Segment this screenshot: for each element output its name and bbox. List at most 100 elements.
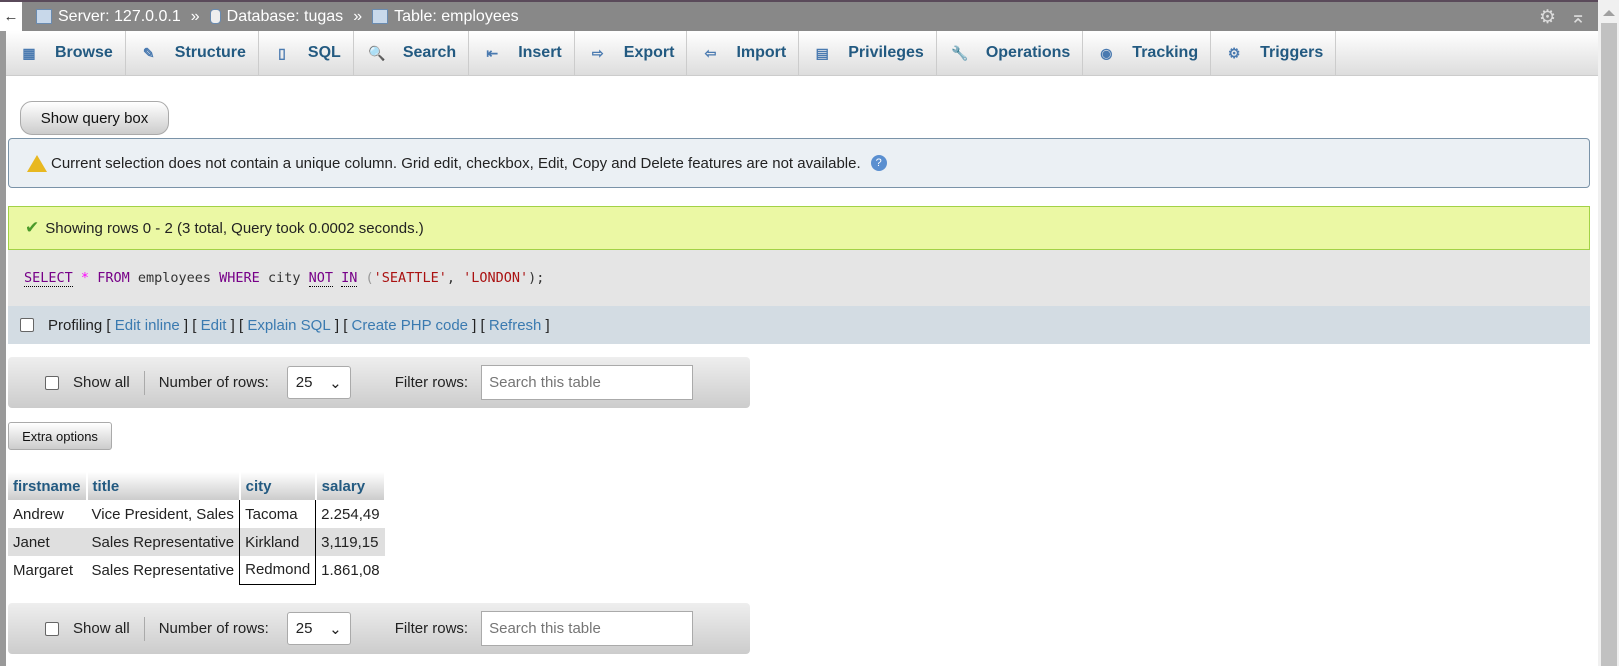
privileges-icon: ▤ (815, 44, 829, 61)
sql-query-display: SELECT * FROM employees WHERE city NOT I… (8, 250, 1590, 306)
server-icon (36, 9, 52, 24)
notice-message: Current selection does not contain a uni… (8, 138, 1590, 188)
search-icon: 🔍 (368, 44, 386, 61)
breadcrumb-table[interactable]: Table: employees (394, 8, 519, 26)
rows-label: Number of rows: (158, 620, 269, 637)
create-php-code-link[interactable]: Create PHP code (352, 317, 468, 334)
sql-paren: ); (528, 270, 545, 286)
column-header-firstname[interactable]: firstname (8, 472, 88, 500)
filter-rows-input[interactable]: Search this table (481, 365, 694, 400)
tab-import[interactable]: ⇦ Import (687, 31, 800, 75)
refresh-link[interactable]: Refresh (489, 317, 542, 334)
cell-city[interactable]: Kirkland (239, 528, 317, 556)
column-header-salary[interactable]: salary (315, 472, 386, 500)
sql-string: 'SEATTLE' (373, 270, 447, 286)
rows-label: Number of rows: (158, 374, 269, 391)
cell-firstname[interactable]: Janet (8, 528, 87, 556)
tab-triggers[interactable]: ⚙ Triggers (1211, 31, 1337, 75)
explain-sql-link[interactable]: Explain SQL (247, 317, 330, 334)
tab-label: Triggers (1260, 44, 1324, 61)
tab-export[interactable]: ⇨ Export (575, 31, 688, 75)
cell-title[interactable]: Sales Representative (86, 528, 240, 556)
insert-icon: ⇤ (486, 44, 499, 61)
eye-icon: ◉ (1100, 44, 1113, 61)
browse-icon: ▦ (22, 44, 36, 61)
filter-rows-input[interactable]: Search this table (481, 611, 694, 646)
cell-firstname[interactable]: Margaret (8, 556, 87, 584)
tab-insert[interactable]: ⇤ Insert (469, 31, 575, 75)
import-icon: ⇦ (704, 44, 717, 61)
tab-structure[interactable]: ✎ Structure (126, 31, 259, 75)
filter-label: Filter rows: (394, 374, 469, 391)
tab-label: SQL (307, 44, 341, 61)
profiling-checkbox[interactable] (20, 318, 34, 332)
tab-search[interactable]: 🔍 Search (354, 31, 470, 75)
tab-bar: ▦ Browse ✎ Structure ▯ SQL 🔍 Search ⇤ Insert ⇨ Expo… (6, 31, 1598, 76)
sql-keyword[interactable]: NOT (308, 270, 333, 287)
tab-sql[interactable]: ▯ SQL (259, 31, 354, 75)
filter-placeholder: Search this table (489, 374, 601, 391)
extra-options-button[interactable]: Extra options (8, 422, 112, 450)
collapse-nav-button[interactable]: ← (0, 2, 22, 31)
sql-string: 'LONDON' (463, 270, 529, 286)
table-row: Janet Sales Representative Kirkland 3,119,1… (8, 528, 385, 556)
table-row: Andrew Vice President, Sales Tacoma 2.254,4… (8, 500, 385, 528)
filter-placeholder: Search this table (489, 620, 601, 637)
cell-city[interactable]: Redmond (239, 556, 317, 585)
cell-city[interactable]: Tacoma (239, 500, 317, 528)
wrench-icon: 🔧 (951, 44, 969, 61)
cell-title[interactable]: Vice President, Sales (87, 500, 240, 528)
sql-keyword: WHERE (219, 270, 260, 286)
tab-browse[interactable]: ▦ Browse (6, 31, 126, 75)
chevron-down-icon: ⌄ (329, 620, 342, 638)
rows-value: 25 (295, 620, 313, 637)
rows-select[interactable]: 25 ⌄ (286, 612, 351, 645)
help-icon[interactable]: ? (870, 155, 887, 171)
sql-table: employees (137, 270, 212, 286)
tab-label: Tracking (1132, 44, 1199, 61)
breadcrumb-database[interactable]: Database: tugas (227, 8, 344, 26)
scrollbar[interactable] (1598, 0, 1619, 666)
show-query-box-button[interactable]: Show query box (20, 101, 169, 135)
show-all-label: Show all (73, 374, 130, 391)
triggers-icon: ⚙ (1227, 44, 1241, 61)
notice-text: Current selection does not contain a uni… (51, 154, 861, 172)
sql-operator: * (80, 270, 90, 286)
sql-comma: , (446, 270, 455, 286)
cell-salary[interactable]: 2.254,49 (316, 500, 385, 528)
sql-paren: ( (365, 270, 374, 286)
column-header-title[interactable]: title (86, 472, 241, 500)
tab-label: Insert (518, 44, 562, 61)
show-all-checkbox[interactable] (45, 621, 59, 636)
breadcrumb-server[interactable]: Server: 127.0.0.1 (58, 8, 181, 26)
rows-select[interactable]: 25 ⌄ (286, 366, 351, 399)
tab-label: Import (736, 44, 787, 61)
cell-salary[interactable]: 1.861,08 (316, 556, 385, 584)
scrollbar-thumb[interactable] (1601, 23, 1617, 666)
gear-icon[interactable]: ⚙ (1539, 6, 1556, 29)
edit-inline-link[interactable]: Edit inline (115, 317, 180, 334)
edit-link[interactable]: Edit (201, 317, 227, 334)
filter-label: Filter rows: (394, 620, 469, 637)
tab-label: Privileges (848, 44, 924, 61)
table-navigation-top: Show all Number of rows: 25 ⌄ Filter rows… (8, 357, 750, 408)
cell-title[interactable]: Sales Representative (87, 556, 240, 584)
tab-privileges[interactable]: ▤ Privileges (799, 31, 937, 75)
tab-operations[interactable]: 🔧 Operations (937, 31, 1084, 75)
table-row: Margaret Sales Representative Redmond 1.861… (8, 556, 385, 585)
success-message: ✔ Showing rows 0 - 2 (3 total, Query too… (8, 206, 1590, 250)
cell-salary[interactable]: 3,119,15 (315, 528, 385, 556)
show-all-checkbox[interactable] (45, 375, 59, 390)
sql-keyword[interactable]: SELECT (24, 270, 73, 287)
warning-icon (27, 154, 47, 172)
column-header-city[interactable]: city (239, 472, 317, 500)
scroll-up-icon[interactable] (1603, 10, 1615, 16)
collapse-top-icon[interactable]: ⌅ (1570, 6, 1586, 29)
success-text: Showing rows 0 - 2 (3 total, Query took … (45, 219, 424, 237)
breadcrumb-separator: » (190, 7, 200, 25)
tab-label: Operations (985, 44, 1071, 61)
table-navigation-bottom: Show all Number of rows: 25 ⌄ Filter rows… (8, 603, 750, 654)
tab-tracking[interactable]: ◉ Tracking (1083, 31, 1212, 75)
cell-firstname[interactable]: Andrew (8, 500, 87, 528)
sql-keyword[interactable]: IN (341, 270, 358, 287)
